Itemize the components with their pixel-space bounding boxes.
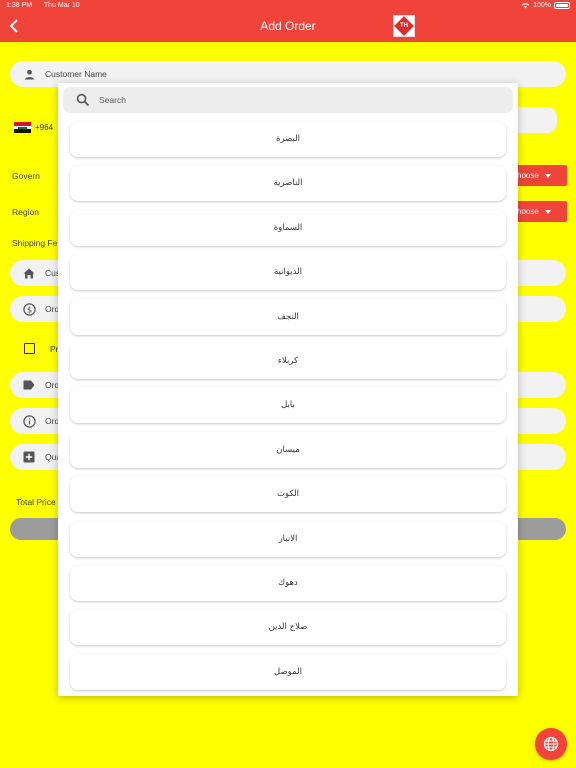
governorate-option[interactable]: بابل <box>70 387 506 424</box>
govern-choose-button[interactable]: hoose <box>510 165 567 186</box>
product-checkbox[interactable] <box>24 343 35 354</box>
region-choose-label: hoose <box>517 207 539 216</box>
status-date: Thu Mar 10 <box>43 2 80 9</box>
shipping-fee-label: Shipping Fe <box>12 238 58 248</box>
customer-name-placeholder: Customer Name <box>45 69 107 79</box>
governorate-option[interactable]: ميسان <box>70 431 506 468</box>
wifi-icon <box>521 3 530 9</box>
info-icon <box>22 414 36 428</box>
governorate-option[interactable]: الموصل <box>70 653 506 690</box>
search-icon <box>76 93 90 107</box>
governorate-option[interactable]: النجف <box>70 298 506 335</box>
battery-icon <box>554 2 570 9</box>
app-logo: TH <box>393 15 415 37</box>
status-time: 1:38 PM <box>6 2 33 9</box>
language-button[interactable] <box>535 728 567 760</box>
search-input[interactable] <box>99 95 479 105</box>
governorate-list: البصرة الناصرية السماوة الديوانية النجف كربلا… <box>70 121 506 698</box>
dollar-icon: $ <box>22 302 36 316</box>
governorate-option[interactable]: الانبار <box>70 520 506 557</box>
person-icon <box>22 67 36 81</box>
page-title: Add Order <box>260 19 316 33</box>
governorate-option[interactable]: الكوت <box>70 476 506 513</box>
governorate-option[interactable]: كربلاء <box>70 342 506 379</box>
battery-percent: 100% <box>533 2 551 9</box>
globe-icon <box>543 736 559 752</box>
govern-choose-label: hoose <box>517 171 539 180</box>
region-label: Region <box>12 207 39 217</box>
status-bar-right: 100% <box>521 2 570 9</box>
label-icon <box>22 378 36 392</box>
app-header: 1:38 PM Thu Mar 10 100% Add Order TH <box>0 0 576 42</box>
total-price-label: Total Price <box>16 497 56 507</box>
govern-label: Govern <box>12 171 40 181</box>
search-bar[interactable] <box>63 87 513 113</box>
plus-box-icon <box>22 450 36 464</box>
governorate-option[interactable]: الناصرية <box>70 165 506 202</box>
svg-text:$: $ <box>26 305 31 314</box>
governorate-option[interactable]: صلاح الدين <box>70 609 506 646</box>
governorate-picker-dialog: البصرة الناصرية السماوة الديوانية النجف كربلا… <box>58 83 518 696</box>
phone-field[interactable] <box>516 107 557 133</box>
governorate-option[interactable]: البصرة <box>70 121 506 157</box>
governorate-option[interactable]: دهوك <box>70 564 506 601</box>
phone-country-code: +964 <box>35 123 54 132</box>
iraq-flag-icon <box>14 122 31 134</box>
governorate-option[interactable]: السماوة <box>70 209 506 246</box>
status-bar-left: 1:38 PM Thu Mar 10 <box>6 2 90 9</box>
home-icon <box>22 266 36 280</box>
caret-down-icon <box>544 173 551 178</box>
governorate-option[interactable]: الديوانية <box>70 254 506 291</box>
region-choose-button[interactable]: hoose <box>510 201 567 222</box>
caret-down-icon <box>544 209 551 214</box>
phone-prefix: +964 <box>14 122 54 134</box>
